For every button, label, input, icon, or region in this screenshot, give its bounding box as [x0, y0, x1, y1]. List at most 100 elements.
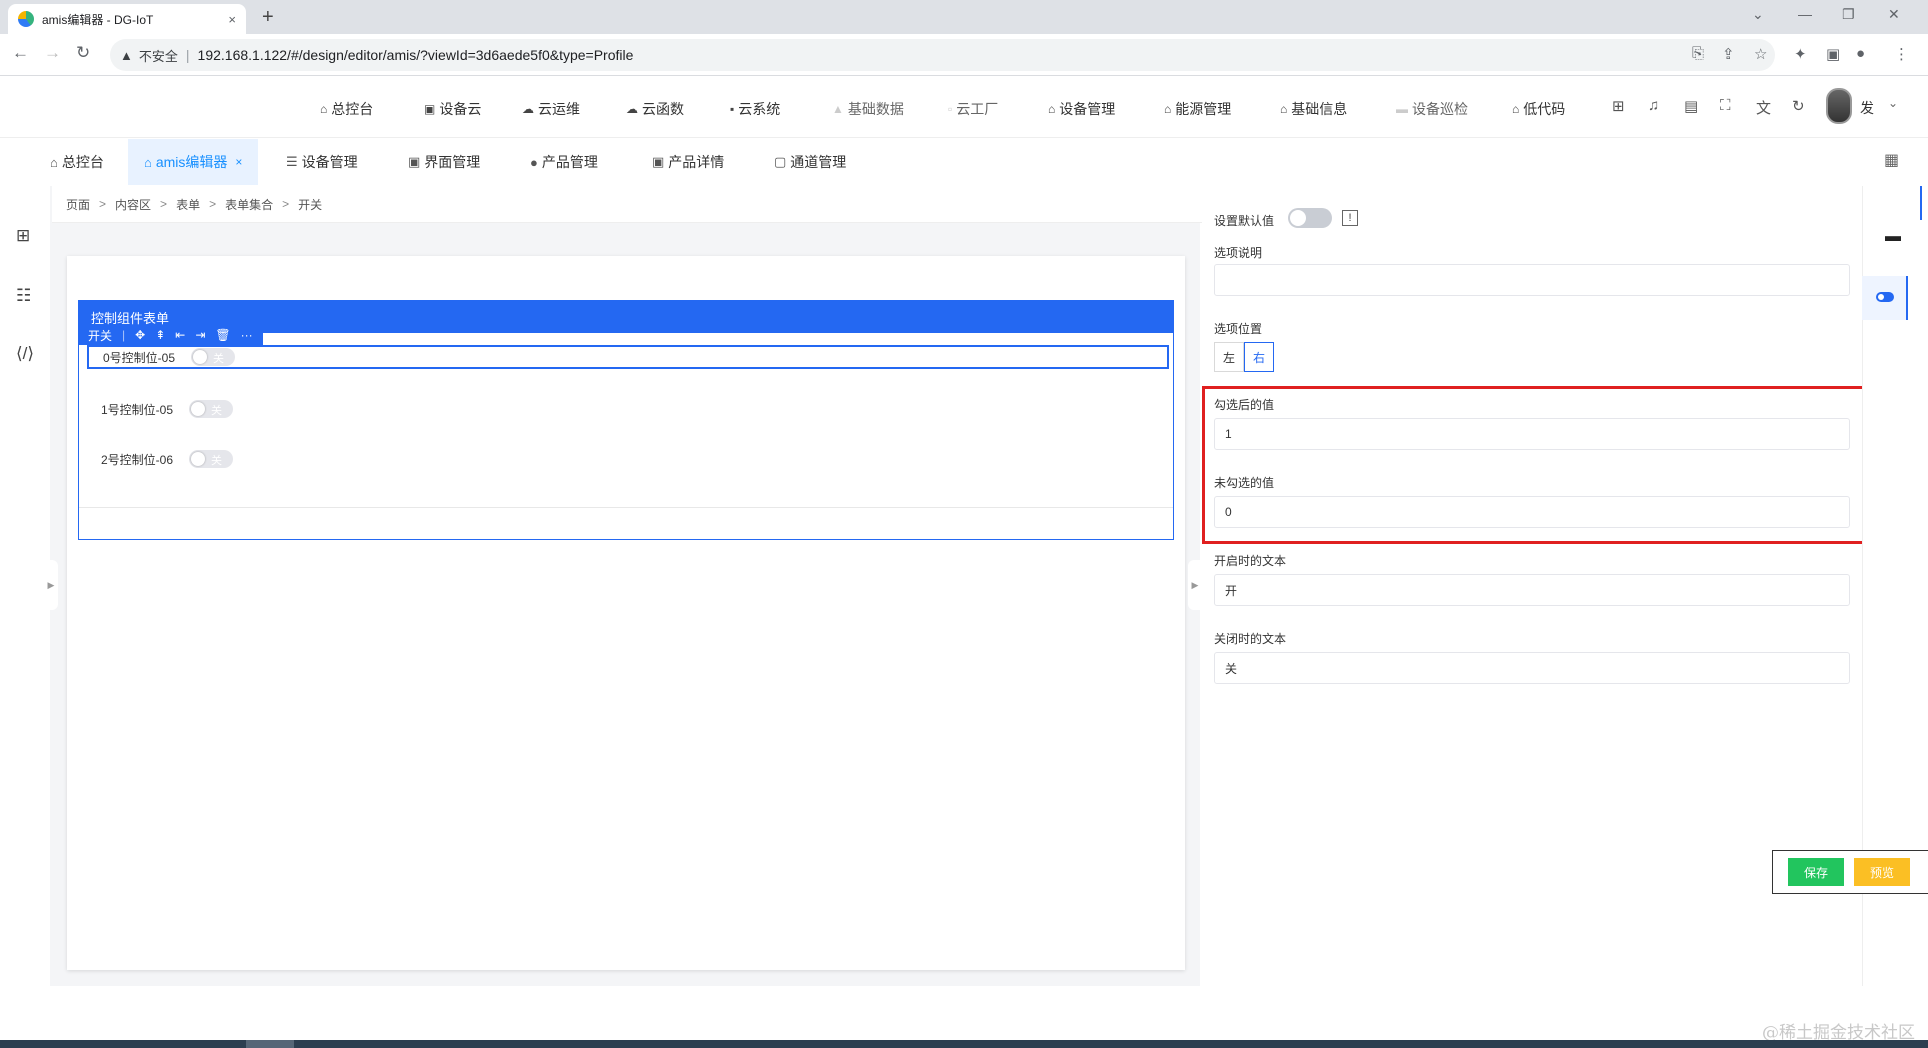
nav-item-3[interactable]: ☁ 云函数 [626, 99, 684, 119]
bookmark-icon[interactable]: ☆ [1754, 45, 1767, 63]
on-text-input[interactable]: 开 [1214, 574, 1850, 606]
tree-icon[interactable]: ⊞ [1612, 97, 1625, 115]
building-icon: ⌂ [1280, 102, 1288, 116]
breadcrumb-arrow: > [282, 197, 290, 211]
monitor-icon[interactable]: ▬ [1885, 228, 1901, 246]
taskbar-thumb [246, 1040, 294, 1048]
tab-search-icon[interactable]: ⌄ [1752, 6, 1764, 23]
minimize-icon[interactable]: — [1798, 6, 1812, 22]
language-icon[interactable]: 文 [1756, 97, 1771, 118]
favicon-icon [18, 11, 34, 27]
nav-item-8[interactable]: ⌂ 能源管理 [1164, 99, 1231, 119]
breadcrumb-item-content[interactable]: 内容区 [115, 196, 151, 213]
breadcrumb-item-form[interactable]: 表单 [176, 196, 200, 213]
desc-input[interactable] [1214, 264, 1850, 296]
browser-tab[interactable]: amis编辑器 - DG-IoT × [8, 4, 246, 34]
tab-device-manage[interactable]: ☰ 设备管理 [286, 139, 358, 185]
top-navigation: ⌂ 总控台 ▣ 设备云 ☁ 云运维 ☁ 云函数 ▪ 云系统 ▲ 基础数据 ▫ 云工厂 ⌂ 设备管… [0, 76, 1928, 138]
building-icon: ⌂ [144, 154, 152, 170]
default-value-toggle[interactable] [1288, 208, 1332, 228]
position-right-button[interactable]: 右 [1244, 342, 1274, 372]
cloud-outline-icon: ☁ [626, 102, 638, 116]
nav-item-7[interactable]: ⌂ 设备管理 [1048, 99, 1115, 119]
inspection-icon: ▬ [1396, 102, 1408, 116]
window-close-icon[interactable]: ✕ [1888, 6, 1900, 23]
avatar[interactable] [1826, 88, 1852, 124]
share-icon[interactable]: ⇪ [1722, 45, 1735, 63]
off-text-input[interactable]: 关 [1214, 652, 1850, 684]
collapse-left-handle[interactable]: ▶ [44, 560, 58, 610]
refresh-icon[interactable]: ↻ [1792, 97, 1805, 115]
close-tab-icon[interactable]: × [228, 12, 236, 27]
save-button[interactable]: 保存 [1788, 858, 1844, 886]
more-icon[interactable]: ··· [241, 328, 253, 342]
nav-item-2[interactable]: ☁ 云运维 [522, 99, 580, 119]
doc-icon[interactable]: ▤ [1684, 97, 1698, 115]
restore-icon[interactable]: ❐ [1842, 6, 1855, 23]
collapse-right-handle[interactable]: ▶ [1188, 560, 1202, 610]
indent-left-icon[interactable]: ⇤ [175, 328, 185, 342]
form-row-2[interactable]: 2号控制位-06 关 [87, 447, 1169, 471]
new-tab-button[interactable]: + [262, 6, 274, 29]
preview-button[interactable]: 预览 [1854, 858, 1910, 886]
toggle-switch[interactable]: 关 [191, 348, 236, 366]
breadcrumb-item-form-set[interactable]: 表单集合 [225, 196, 273, 213]
breadcrumb: 页面 > 内容区 > 表单 > 表单集合 > 开关 [52, 186, 1202, 223]
outline-icon[interactable]: ☷ [16, 286, 31, 306]
menu-icon[interactable]: ⋮ [1894, 45, 1909, 63]
nav-item-9[interactable]: ⌂ 基础信息 [1280, 99, 1347, 119]
breadcrumb-item-switch[interactable]: 开关 [298, 196, 322, 213]
tab-channel-manage[interactable]: ▢ 通道管理 [774, 139, 846, 185]
close-icon[interactable]: × [235, 155, 242, 169]
tab-ui-manage[interactable]: ▣ 界面管理 [408, 139, 480, 185]
tab-product-detail[interactable]: ▣ 产品详情 [652, 139, 724, 185]
nav-item-4[interactable]: ▪ 云系统 [730, 99, 780, 119]
nav-item-1[interactable]: ▣ 设备云 [424, 99, 481, 119]
user-name[interactable]: 发 [1860, 98, 1874, 118]
nav-item-5[interactable]: ▲ 基础数据 [832, 99, 904, 119]
form-footer-divider [79, 507, 1173, 508]
tab-amis-editor[interactable]: ⌂ amis编辑器 × [128, 139, 259, 185]
apps-grid-icon[interactable]: ▦ [1884, 150, 1899, 170]
indent-right-icon[interactable]: ⇥ [195, 328, 205, 342]
toggle-switch[interactable]: 关 [189, 400, 234, 418]
nav-item-11[interactable]: ⌂ 低代码 [1512, 99, 1565, 119]
switch-text: 关 [211, 455, 223, 467]
info-icon[interactable]: ! [1342, 210, 1358, 226]
nav-item-10[interactable]: ▬ 设备巡检 [1396, 99, 1468, 119]
toggle-knob [1878, 294, 1884, 300]
code-icon: ▣ [652, 154, 665, 169]
toggle-switch[interactable]: 关 [189, 450, 234, 468]
data-icon: ▲ [832, 102, 844, 116]
delete-icon[interactable]: 🗑 [215, 328, 230, 342]
back-icon[interactable]: ← [12, 43, 29, 63]
components-icon[interactable]: ⊞ [16, 226, 30, 246]
chevron-down-icon[interactable]: ⌄ [1888, 96, 1898, 110]
forward-icon[interactable]: → [44, 43, 61, 63]
nav-item-0[interactable]: ⌂ 总控台 [320, 99, 373, 119]
tab-product-manage[interactable]: ● 产品管理 [530, 139, 598, 185]
row-label: 2号控制位-06 [101, 452, 174, 467]
insert-icon[interactable]: ⇞ [155, 328, 165, 342]
profile-icon[interactable]: ● [1856, 45, 1865, 62]
breadcrumb-item-page[interactable]: 页面 [66, 196, 90, 213]
sidepanel-icon[interactable]: ▣ [1826, 45, 1840, 63]
list-icon: ☰ [286, 154, 298, 169]
code-icon[interactable]: ⟨/⟩ [16, 344, 34, 364]
extensions-icon[interactable]: ✦ [1794, 45, 1807, 63]
security-label: 不安全 [138, 48, 178, 64]
reload-icon[interactable]: ↻ [76, 43, 90, 63]
nav-item-6[interactable]: ▫ 云工厂 [948, 99, 998, 119]
url-input[interactable]: ▲ 不安全 | 192.168.1.122/#/design/editor/am… [110, 39, 1775, 71]
rail-indicator [1920, 186, 1922, 220]
move-icon[interactable]: ✥ [135, 328, 145, 342]
position-left-button[interactable]: 左 [1214, 342, 1244, 372]
building-icon: ⌂ [1164, 102, 1172, 116]
bell-icon[interactable]: ♫ [1648, 97, 1659, 114]
fullscreen-icon[interactable]: ⛶ [1720, 97, 1731, 114]
translate-icon[interactable]: ⎘ [1692, 45, 1704, 62]
form-row-1[interactable]: 1号控制位-05 关 [87, 397, 1169, 421]
url-separator: | [185, 47, 190, 63]
form-row-0[interactable]: 0号控制位-05 关 [87, 345, 1169, 369]
tab-dashboard[interactable]: ⌂ 总控台 [50, 139, 104, 185]
